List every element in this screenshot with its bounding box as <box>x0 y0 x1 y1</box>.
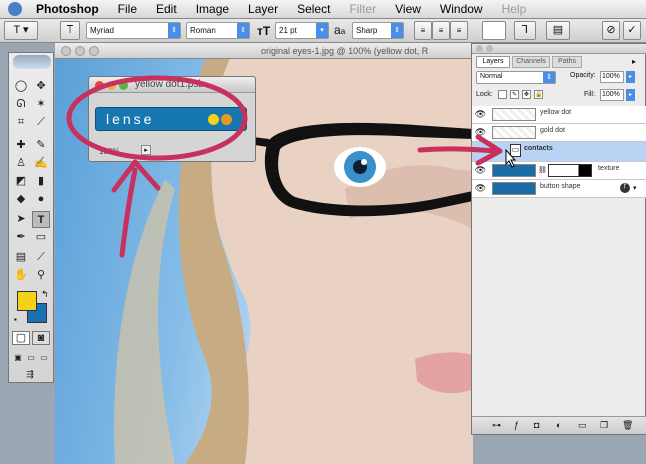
annotation-circle <box>66 75 248 161</box>
foreground-color-swatch-front[interactable] <box>17 291 37 311</box>
annotation-overlay <box>66 75 517 258</box>
annotation-arrow-up <box>119 167 138 258</box>
hand-cursor-icon <box>505 148 517 168</box>
annotation-arrow-right <box>417 146 499 154</box>
